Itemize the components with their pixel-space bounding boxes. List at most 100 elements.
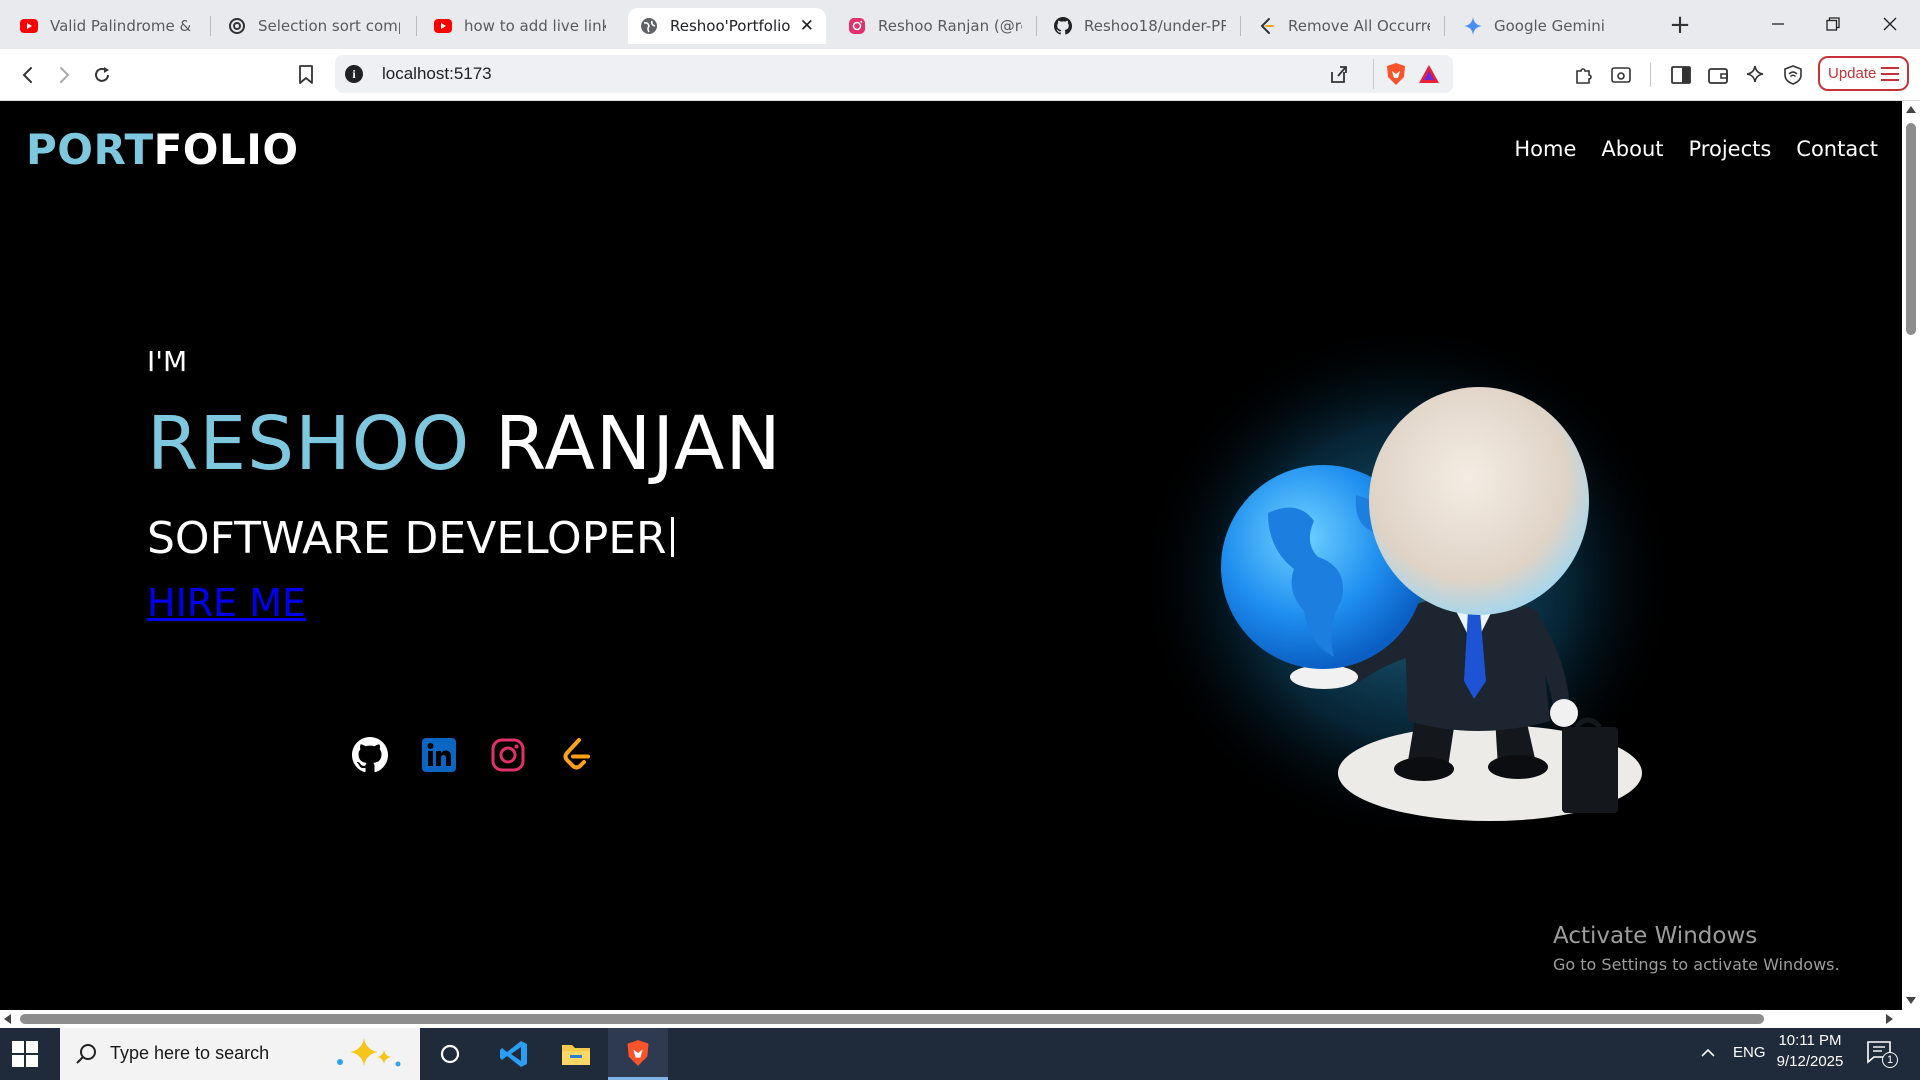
minimize-button[interactable] — [1758, 8, 1798, 40]
horizontal-scrollbar[interactable] — [0, 1010, 1920, 1028]
brave-icon — [627, 1039, 649, 1066]
briefcase — [1562, 727, 1618, 813]
minimize-icon — [1772, 23, 1784, 25]
search-icon — [76, 1044, 96, 1064]
leo-ai-button[interactable] — [1742, 61, 1770, 89]
scroll-up-icon[interactable] — [1906, 106, 1916, 113]
brave-rewards-icon[interactable] — [1418, 64, 1440, 88]
tab-github[interactable]: Reshoo18/under-PRO — [1042, 8, 1238, 44]
windows-start-icon[interactable] — [12, 1041, 38, 1067]
hero-illustration — [1138, 321, 1678, 841]
hire-me-link[interactable]: HIRE ME — [147, 581, 306, 625]
update-button[interactable]: Update — [1818, 56, 1909, 91]
vertical-scrollbar[interactable] — [1902, 101, 1920, 1010]
task-view-button[interactable] — [420, 1028, 480, 1080]
new-tab-button[interactable]: + — [1664, 10, 1696, 42]
back-button[interactable] — [14, 61, 42, 89]
chatgpt-icon — [228, 17, 246, 35]
logo-accent: PORT — [26, 125, 154, 174]
forward-button[interactable] — [50, 61, 78, 89]
sidebar-button[interactable] — [1667, 61, 1695, 89]
tab-valid-palindrome[interactable]: Valid Palindrome & Re — [8, 8, 208, 44]
taskbar-file-explorer[interactable] — [546, 1028, 606, 1080]
instagram-icon[interactable] — [490, 737, 526, 773]
cortana-icon — [440, 1044, 460, 1064]
vpn-button[interactable] — [1779, 61, 1807, 89]
name-first: RESHOO — [147, 401, 471, 487]
role-text: SOFTWARE DEVELOPER — [147, 513, 667, 564]
logo-rest: FOLIO — [153, 125, 299, 174]
extensions-button[interactable] — [1570, 61, 1598, 89]
github-icon — [1054, 17, 1072, 35]
language-indicator[interactable]: ENG — [1733, 1044, 1766, 1061]
site-info-icon[interactable]: i — [345, 65, 363, 83]
browser-toolbar: i localhost:5173 Update — [0, 49, 1920, 101]
hero-role: SOFTWARE DEVELOPER — [147, 513, 674, 564]
address-bar[interactable]: i localhost:5173 — [335, 55, 1453, 93]
close-icon — [1883, 17, 1897, 31]
taskbar-vscode[interactable] — [484, 1028, 544, 1080]
horizontal-scroll-thumb[interactable] — [20, 1014, 1764, 1024]
restore-icon — [1826, 17, 1840, 31]
menu-icon — [1881, 67, 1899, 81]
nav-about[interactable]: About — [1601, 137, 1663, 161]
nav-projects[interactable]: Projects — [1689, 137, 1772, 161]
sidebar-icon — [1671, 66, 1691, 84]
github-icon[interactable] — [352, 737, 388, 773]
scroll-right-icon[interactable] — [1886, 1014, 1893, 1024]
reload-button[interactable] — [88, 61, 116, 89]
bookmark-button[interactable] — [292, 61, 320, 89]
taskbar-search[interactable]: Type here to search — [60, 1028, 420, 1080]
tab-label: Google Gemini — [1494, 17, 1605, 35]
youtube-icon — [434, 17, 452, 35]
search-placeholder: Type here to search — [110, 1043, 270, 1063]
activate-windows-watermark: Activate Windows Go to Settings to activ… — [1553, 923, 1840, 974]
tab-instagram[interactable]: Reshoo Ranjan (@res — [836, 8, 1034, 44]
tab-live-link[interactable]: how to add live link in — [422, 8, 618, 44]
wallet-button[interactable] — [1704, 61, 1732, 89]
clock-time: 10:11 PM — [1778, 1032, 1842, 1049]
tab-strip: Valid Palindrome & Re Selection sort com… — [0, 0, 1920, 49]
notification-center-button[interactable]: 1 — [1866, 1040, 1898, 1068]
reload-icon — [95, 67, 109, 82]
tab-gemini[interactable]: Google Gemini — [1452, 8, 1648, 44]
globe-icon — [640, 17, 658, 35]
vertical-scroll-thumb[interactable] — [1906, 123, 1916, 335]
tab-label: Remove All Occurrenc — [1288, 17, 1430, 35]
nav-contact[interactable]: Contact — [1796, 137, 1878, 161]
close-tab-icon[interactable]: ✕ — [800, 16, 814, 36]
linkedin-icon[interactable] — [421, 737, 457, 773]
search-highlight-icon — [337, 1038, 401, 1067]
tab-separator — [210, 16, 211, 36]
clock[interactable]: 10:11 PM 9/12/2025 — [1770, 1032, 1850, 1070]
tab-separator — [1036, 16, 1037, 36]
brave-shields-icon[interactable] — [1385, 62, 1407, 90]
taskbar-brave[interactable] — [608, 1028, 668, 1080]
tab-selection-sort[interactable]: Selection sort comple — [216, 8, 412, 44]
notification-badge: 1 — [1882, 1052, 1898, 1068]
reader-mode-button[interactable] — [1607, 61, 1635, 89]
shield-icon — [1784, 65, 1802, 85]
omnibox-divider — [1373, 59, 1374, 89]
nav-home[interactable]: Home — [1514, 137, 1576, 161]
url-text: localhost:5173 — [382, 64, 492, 83]
chevron-up-icon[interactable] — [1700, 1046, 1716, 1060]
arrow-right-icon — [60, 67, 70, 83]
leetcode-icon[interactable] — [559, 737, 595, 773]
tab-separator — [1444, 16, 1445, 36]
tab-reshoo-portfolio[interactable]: Reshoo'Portfolio ✕ — [628, 8, 826, 44]
tab-label: Valid Palindrome & Re — [50, 17, 196, 35]
share-icon[interactable] — [1329, 64, 1349, 88]
close-window-button[interactable] — [1870, 8, 1910, 40]
instagram-icon — [848, 17, 866, 35]
site-logo[interactable]: PORTFOLIO — [26, 125, 299, 174]
update-label: Update — [1828, 65, 1877, 82]
restore-button[interactable] — [1813, 8, 1853, 40]
typing-cursor — [670, 517, 674, 557]
tab-label: Reshoo Ranjan (@res — [878, 17, 1022, 35]
wallet-icon — [1708, 68, 1728, 84]
tab-leetcode[interactable]: Remove All Occurrenc — [1246, 8, 1442, 44]
scroll-down-icon[interactable] — [1906, 997, 1916, 1004]
scroll-left-icon[interactable] — [4, 1014, 11, 1024]
gemini-icon — [1464, 17, 1482, 35]
